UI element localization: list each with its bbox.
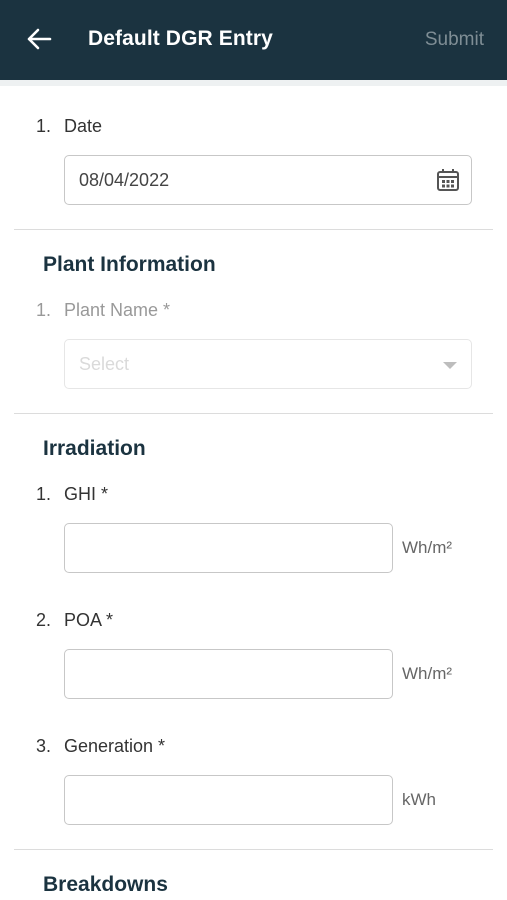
section-title-plant-information: Plant Information [43,253,216,276]
ghi-input[interactable] [64,523,393,573]
ghi-label: 1. GHI * [36,484,109,504]
submit-button[interactable]: Submit [425,29,484,51]
plant-name-select[interactable]: Select [64,339,472,389]
divider [14,849,493,850]
date-question-label: 1. Date [36,116,103,136]
poa-label: 2. POA * [36,610,114,630]
plant-name-label: 1. Plant Name * [36,300,171,320]
poa-unit: Wh/m² [402,664,453,683]
generation-input[interactable] [64,775,393,825]
section-title-breakdowns: Breakdowns [43,873,168,896]
divider [14,229,493,230]
calendar-icon[interactable] [435,167,461,193]
generation-unit: kWh [402,790,436,809]
page-title: Default DGR Entry [88,27,273,50]
app-bar: Default DGR Entry Submit [0,0,507,80]
divider [14,413,493,414]
generation-label: 3. Generation * [36,736,166,756]
date-field[interactable]: 08/04/2022 [64,155,472,205]
header-shadow [0,80,507,86]
date-value: 08/04/2022 [79,169,170,190]
section-title-irradiation: Irradiation [43,437,146,460]
ghi-unit: Wh/m² [402,538,453,557]
arrow-left-icon [27,28,52,50]
poa-input[interactable] [64,649,393,699]
back-button[interactable] [22,22,56,56]
chevron-down-icon [443,362,457,369]
plant-name-placeholder: Select [79,353,130,374]
